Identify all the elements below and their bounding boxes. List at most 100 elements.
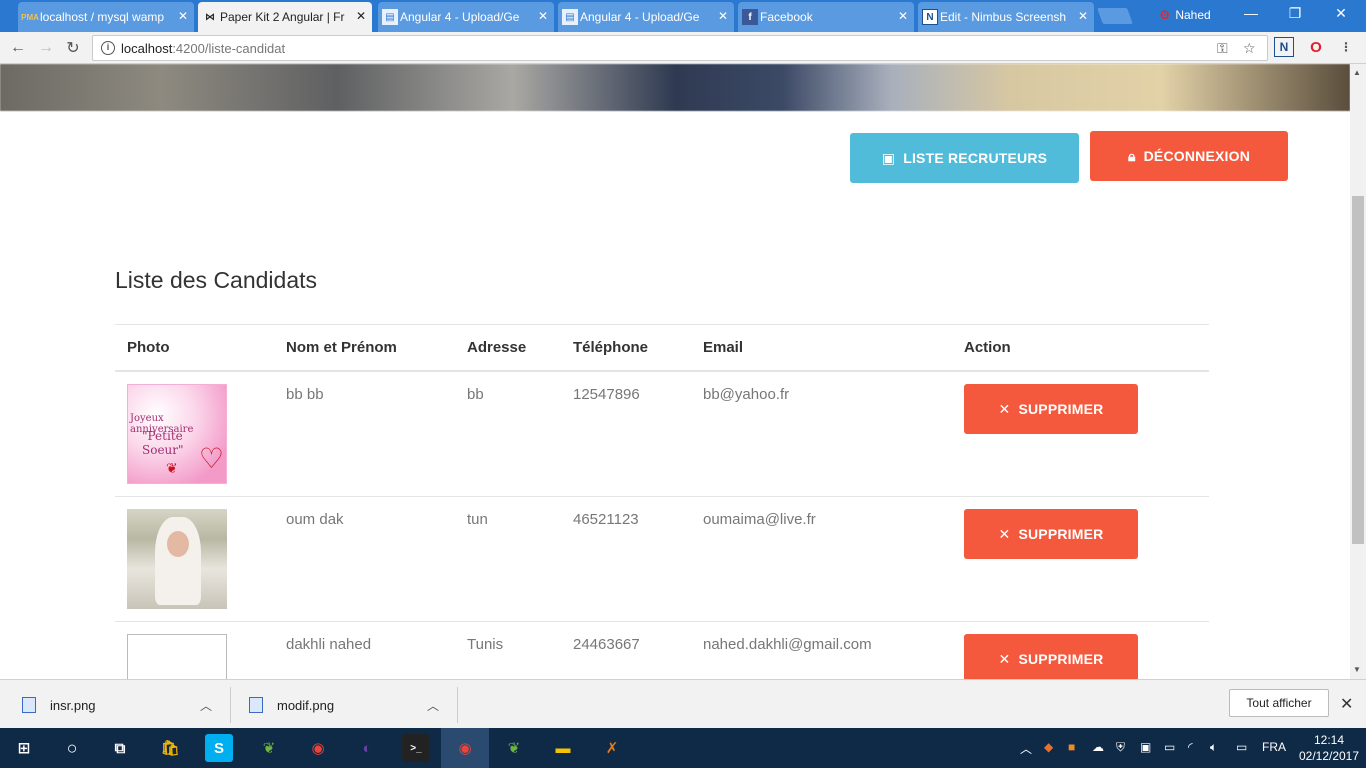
system-clock[interactable]: 12:14 02/12/2017: [1296, 732, 1362, 764]
key-icon[interactable]: ⚿: [1217, 40, 1228, 57]
chevron-up-icon[interactable]: ︿: [200, 697, 212, 714]
tray-app-icon[interactable]: ◆: [1044, 740, 1053, 754]
terminal-icon[interactable]: >_: [402, 734, 430, 762]
input-language[interactable]: FRA: [1262, 740, 1286, 754]
close-icon[interactable]: ✕: [178, 9, 188, 23]
chevron-up-icon[interactable]: ︿: [427, 697, 439, 714]
clock-time: 12:14: [1313, 733, 1345, 747]
tab-title: Facebook: [760, 10, 813, 24]
windows-start-icon[interactable]: ⊞: [10, 734, 38, 762]
tab-title: Edit - Nimbus Screensh: [940, 10, 1067, 24]
recruiters-list-label: LISTE RECRUTEURS: [903, 150, 1048, 166]
lock-icon: 🔒︎: [1127, 147, 1136, 164]
divider: [230, 687, 231, 723]
candidate-email: nahed.dakhli@gmail.com: [703, 636, 872, 653]
column-header-name: Nom et Prénom: [286, 339, 397, 356]
logout-button[interactable]: 🔒︎ DÉCONNEXION: [1090, 131, 1288, 181]
column-header-action: Action: [964, 339, 1011, 356]
volume-icon[interactable]: 🔈︎: [1210, 740, 1217, 755]
star-icon[interactable]: ☆: [1243, 40, 1256, 57]
downloads-bar: insr.png ︿ modif.png ︿ Tout afficher ✕: [0, 679, 1366, 728]
column-header-phone: Téléphone: [573, 339, 649, 356]
store-icon[interactable]: 🛍︎: [156, 734, 184, 762]
delete-button[interactable]: ✕ SUPPRIMER: [964, 384, 1138, 434]
url-text[interactable]: localhost:4200/liste-candidat: [121, 41, 285, 56]
forward-arrow-icon[interactable]: →: [36, 38, 56, 58]
scroll-up-icon[interactable]: ▲: [1353, 68, 1361, 77]
delete-button[interactable]: ✕ SUPPRIMER: [964, 634, 1138, 679]
browser-tab-strip: PMA localhost / mysql wamp ✕ ⋈ Paper Kit…: [0, 0, 1366, 32]
profile-button[interactable]: ʘ Nahed: [1160, 8, 1211, 22]
info-icon[interactable]: i: [101, 41, 115, 55]
delete-label: SUPPRIMER: [1018, 651, 1104, 667]
minimize-icon[interactable]: —: [1236, 5, 1266, 21]
candidate-photo: [127, 509, 227, 609]
show-all-downloads-button[interactable]: Tout afficher: [1229, 689, 1329, 717]
column-header-address: Adresse: [467, 339, 527, 356]
candidate-name: oum dak: [286, 511, 344, 528]
candidate-email: bb@yahoo.fr: [703, 386, 790, 403]
task-view-icon[interactable]: ⧉: [106, 734, 134, 762]
profile-icon: ʘ: [1160, 8, 1170, 22]
tab-nimbus[interactable]: N Edit - Nimbus Screensh ✕: [918, 2, 1094, 32]
window-close-icon[interactable]: ✕: [1326, 5, 1356, 22]
tray-app-icon[interactable]: ▭: [1164, 740, 1175, 754]
table-header-border: [115, 370, 1209, 372]
close-icon[interactable]: ✕: [356, 9, 366, 23]
close-icon[interactable]: ✕: [898, 9, 908, 23]
cloud-icon[interactable]: ☁: [1092, 740, 1104, 754]
candidate-email: oumaima@live.fr: [703, 511, 816, 528]
scrollbar-thumb[interactable]: [1352, 196, 1364, 544]
tab-facebook[interactable]: f Facebook ✕: [738, 2, 914, 32]
back-arrow-icon[interactable]: ←: [8, 38, 28, 58]
reload-icon[interactable]: ↻: [63, 38, 83, 58]
menu-icon[interactable]: ⋮: [1336, 37, 1356, 57]
close-icon[interactable]: ✕: [718, 9, 728, 23]
battery-icon[interactable]: ▭: [1236, 740, 1247, 754]
tab-paper-kit[interactable]: ⋈ Paper Kit 2 Angular | Fr ✕: [198, 2, 372, 32]
wifi-icon[interactable]: ◜: [1188, 740, 1193, 754]
candidate-phone: 24463667: [573, 636, 640, 653]
tab-phpmyadmin[interactable]: PMA localhost / mysql wamp ✕: [18, 2, 194, 32]
shield-icon[interactable]: ⛨: [1116, 740, 1125, 755]
skype-icon[interactable]: S: [205, 734, 233, 762]
visual-studio-icon[interactable]: ✗: [598, 734, 626, 762]
candidate-name: dakhli nahed: [286, 636, 372, 653]
tab-angular-upload-1[interactable]: ▤ Angular 4 - Upload/Ge ✕: [378, 2, 554, 32]
url-host: localhost: [121, 41, 173, 56]
maximize-icon[interactable]: ❐: [1280, 5, 1310, 22]
bowtie-icon: ⋈: [205, 11, 215, 23]
close-icon[interactable]: ✕: [1340, 694, 1353, 714]
chevron-up-icon[interactable]: ︿: [1020, 740, 1032, 757]
file-explorer-icon[interactable]: ▬: [549, 734, 577, 762]
candidate-photo: Joyeux anniversaire "Petite Soeur" ❦ ♡: [127, 384, 227, 484]
profile-name: Nahed: [1175, 8, 1211, 22]
chrome-icon[interactable]: ◉: [451, 734, 479, 762]
chrome-icon[interactable]: ◉: [304, 734, 332, 762]
heart-icon: ♡: [198, 443, 224, 474]
download-item[interactable]: insr.png ︿: [22, 687, 222, 723]
tab-angular-upload-2[interactable]: ▤ Angular 4 - Upload/Ge ✕: [558, 2, 734, 32]
address-bar[interactable]: i localhost:4200/liste-candidat ⚿ ☆: [92, 35, 1268, 61]
close-icon[interactable]: ✕: [1078, 9, 1088, 23]
recruiters-list-button[interactable]: ▣ LISTE RECRUTEURS: [850, 133, 1079, 183]
candidate-address: tun: [467, 511, 488, 528]
new-tab-button[interactable]: [1097, 8, 1133, 24]
nimbus-icon: N: [922, 9, 938, 25]
document-icon: ▤: [562, 9, 578, 25]
cortana-icon[interactable]: ○: [58, 734, 86, 762]
page-scrollbar[interactable]: ▲ ▼: [1350, 64, 1366, 679]
close-icon[interactable]: ✕: [538, 9, 548, 23]
nimbus-extension-icon[interactable]: N: [1274, 37, 1294, 57]
spring-tool-icon[interactable]: ❦: [255, 734, 283, 762]
eclipse-icon[interactable]: ◐: [353, 734, 381, 762]
delete-button[interactable]: ✕ SUPPRIMER: [964, 509, 1138, 559]
opera-extension-icon[interactable]: O: [1306, 37, 1326, 57]
spring-tool-icon[interactable]: ❦: [500, 734, 528, 762]
tray-app-icon[interactable]: ▣: [1140, 740, 1151, 754]
scroll-down-icon[interactable]: ▼: [1353, 665, 1361, 674]
tray-app-icon[interactable]: ■: [1068, 740, 1075, 754]
candidate-name: bb bb: [286, 386, 324, 403]
download-item[interactable]: modif.png ︿: [249, 687, 449, 723]
tab-title: Paper Kit 2 Angular | Fr: [220, 10, 345, 24]
